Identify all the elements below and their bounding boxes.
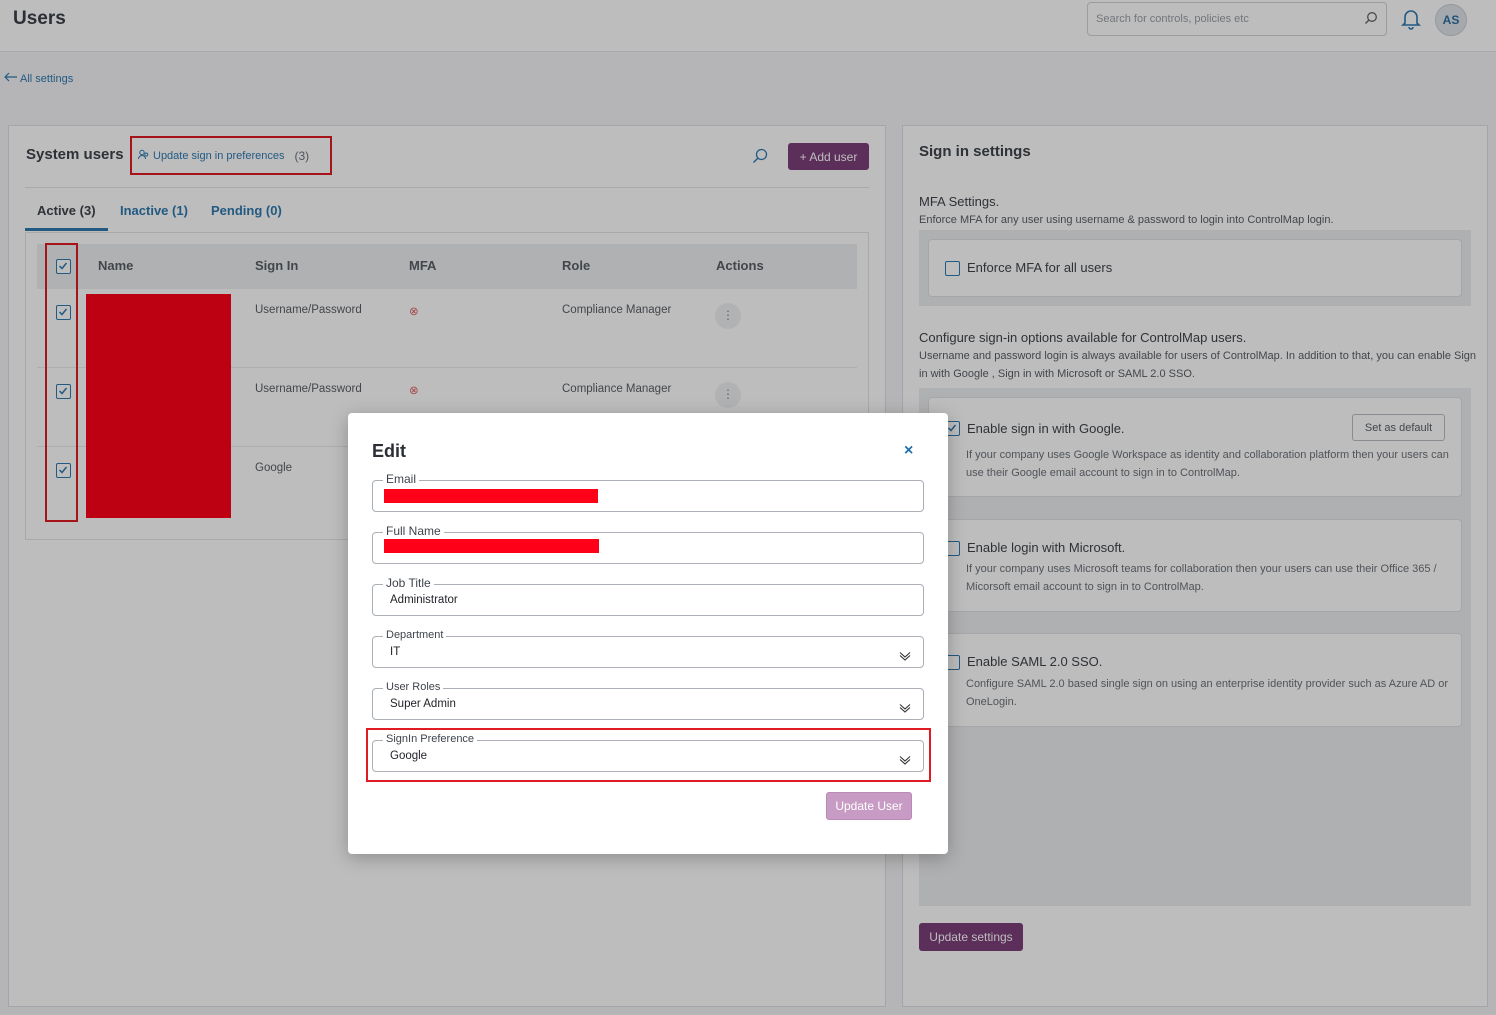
department-select[interactable]: Department IT: [372, 628, 924, 668]
job-title-value: Administrator: [390, 594, 458, 606]
dialog-title: Edit: [372, 441, 406, 461]
department-label: Department: [383, 628, 447, 642]
edit-user-dialog: Edit × Email Full Name Job Title Adminis…: [348, 413, 948, 854]
user-roles-select[interactable]: User Roles Super Admin: [372, 680, 924, 720]
close-icon[interactable]: ×: [904, 442, 913, 460]
full-name-label: Full Name: [383, 524, 444, 538]
highlight-box-signin-preference: [366, 728, 931, 782]
email-field[interactable]: Email: [372, 472, 924, 512]
department-value: IT: [390, 646, 401, 658]
job-title-label: Job Title: [383, 576, 434, 590]
email-label: Email: [383, 472, 420, 486]
chevron-down-icon[interactable]: [899, 648, 911, 666]
user-roles-label: User Roles: [383, 680, 444, 694]
redacted-full-name: [384, 539, 599, 553]
job-title-field[interactable]: Job Title Administrator: [372, 576, 924, 616]
full-name-field[interactable]: Full Name: [372, 524, 924, 564]
redacted-email: [384, 489, 598, 503]
user-roles-value: Super Admin: [390, 698, 456, 710]
update-user-button[interactable]: Update User: [826, 792, 912, 820]
chevron-down-icon[interactable]: [899, 700, 911, 718]
